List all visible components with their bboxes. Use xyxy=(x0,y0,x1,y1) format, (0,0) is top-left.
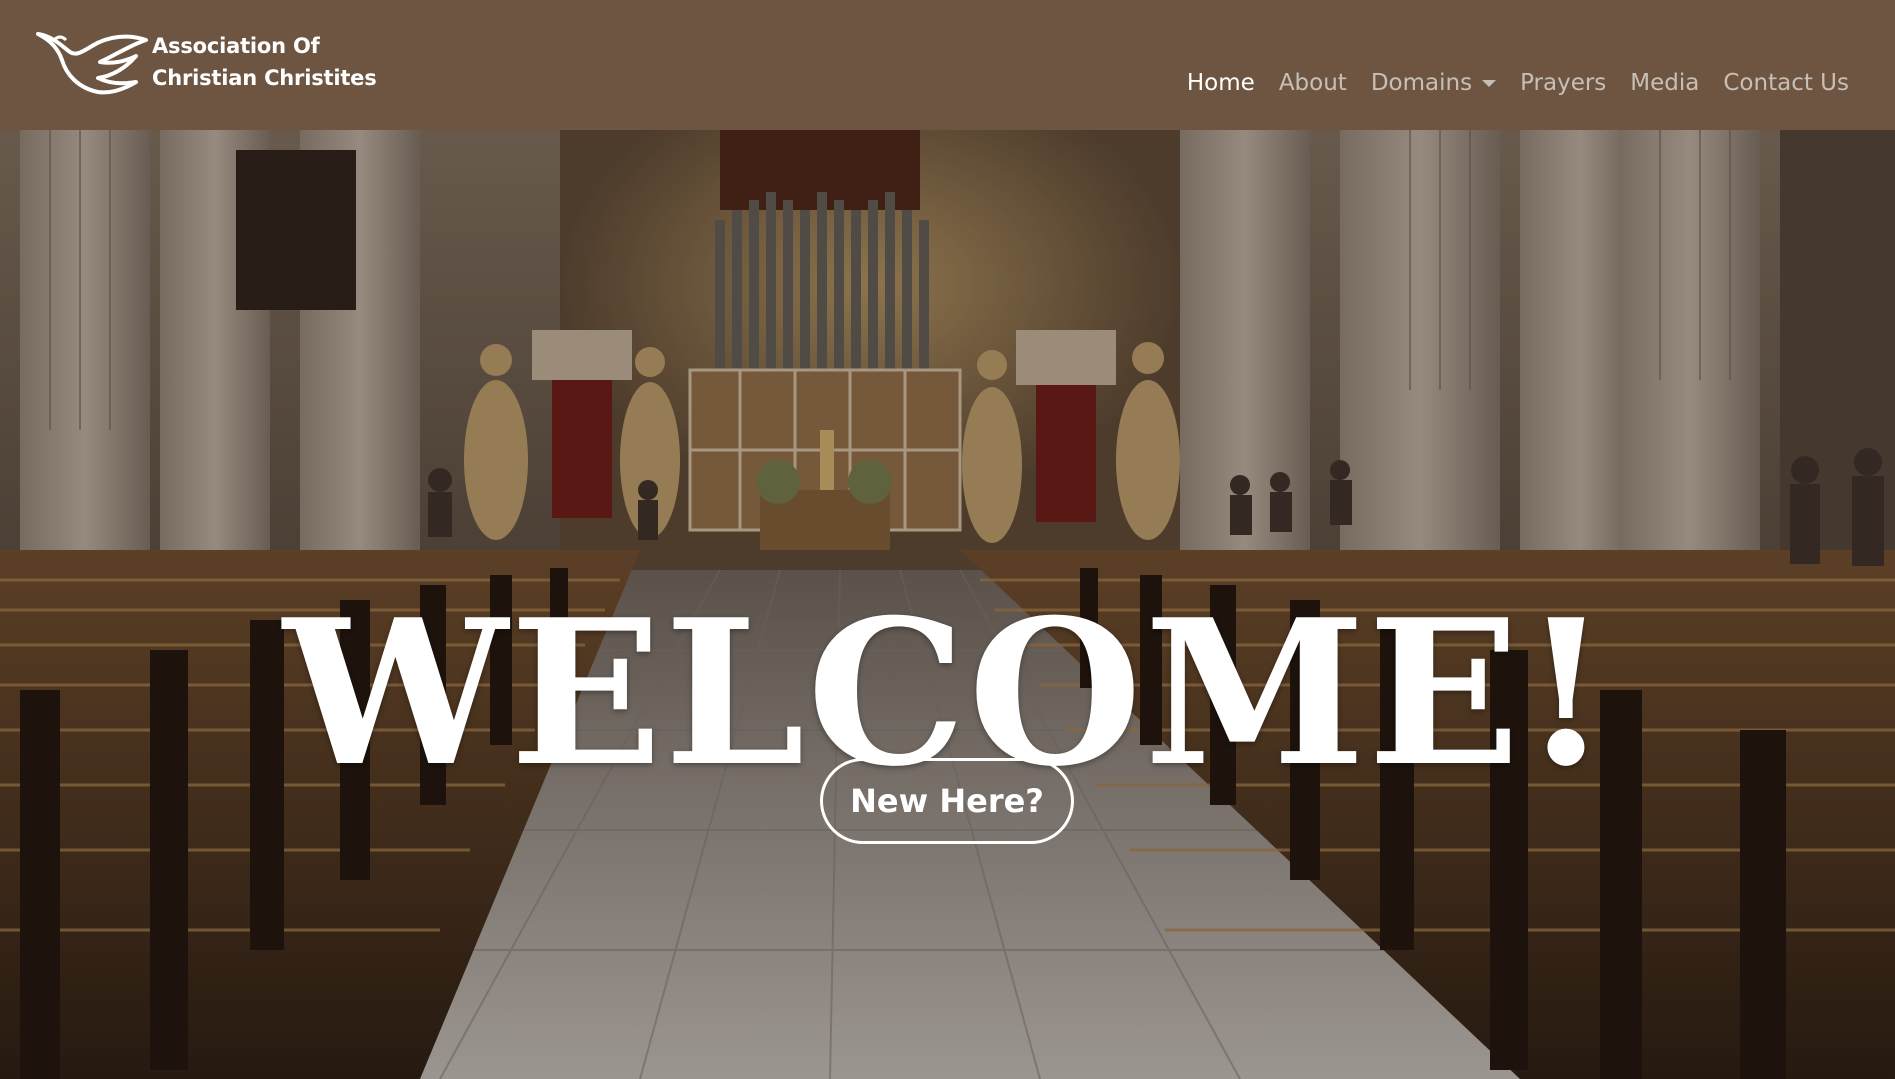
nav-domains-label: Domains xyxy=(1370,70,1473,96)
navbar: Association Of Christian Christites Home… xyxy=(0,0,1895,130)
nav-contact[interactable]: Contact Us xyxy=(1723,70,1849,96)
nav-home[interactable]: Home xyxy=(1187,70,1255,96)
brand-name: Association Of Christian Christites xyxy=(152,30,377,94)
dove-icon xyxy=(36,32,148,95)
new-here-button[interactable]: New Here? xyxy=(820,758,1074,844)
nav-about[interactable]: About xyxy=(1279,70,1347,96)
hero-section: WELCOME! New Here? xyxy=(0,130,1895,1079)
page: Association Of Christian Christites Home… xyxy=(0,0,1895,1079)
nav-prayers[interactable]: Prayers xyxy=(1520,70,1606,96)
brand-line-2: Christian Christites xyxy=(152,66,377,90)
main-nav: Home About Domains Prayers Media Contact… xyxy=(1163,70,1849,96)
brand-link[interactable]: Association Of Christian Christites xyxy=(36,26,377,98)
brand-line-1: Association Of xyxy=(152,34,320,58)
nav-domains[interactable]: Domains xyxy=(1370,70,1497,96)
chevron-down-icon xyxy=(1482,79,1497,87)
nav-media[interactable]: Media xyxy=(1630,70,1699,96)
